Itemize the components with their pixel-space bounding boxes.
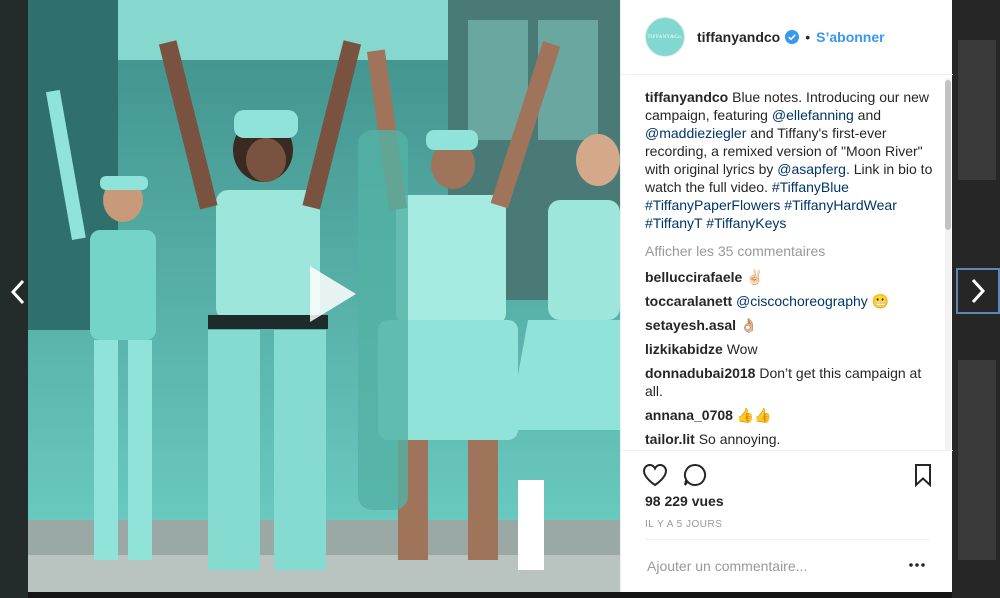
verified-icon — [785, 30, 800, 44]
tiffany-logo-icon: TIFFANY&Co. — [647, 34, 683, 40]
comment-username[interactable]: setayesh.asal — [645, 317, 736, 333]
comment-username[interactable]: belluccirafaele — [645, 269, 742, 285]
comment-item: setayesh.asal 👌🏼 — [645, 316, 935, 334]
mention-link[interactable]: @asapferg — [777, 161, 846, 177]
post-author-username[interactable]: tiffanyandco — [697, 29, 780, 45]
post-caption: tiffanyandco Blue notes. Introducing our… — [645, 88, 935, 232]
more-options-button[interactable] — [905, 552, 929, 578]
comment-username[interactable]: tailor.lit — [645, 431, 695, 447]
action-bar — [641, 461, 937, 489]
scrollbar-thumb[interactable] — [945, 80, 951, 230]
chevron-left-icon — [10, 279, 25, 305]
comments-scrollbar[interactable] — [945, 78, 951, 450]
mention-link[interactable]: @ciscochoreography — [736, 293, 868, 309]
heart-icon — [642, 463, 668, 487]
comment-item: belluccirafaele ✌🏻 — [645, 268, 935, 286]
play-icon — [310, 266, 356, 322]
hashtag-link[interactable]: #TiffanyPaperFlowers — [645, 197, 780, 213]
post-header: TIFFANY&Co. tiffanyandco • S’abonner — [621, 0, 953, 75]
post-video[interactable] — [28, 0, 620, 592]
hashtag-link[interactable]: #TiffanyT — [645, 215, 702, 231]
save-button[interactable] — [909, 461, 937, 489]
post-actions: 98 229 vues IL Y A 5 JOURS — [621, 450, 953, 580]
post-modal: TIFFANY&Co. tiffanyandco • S’abonner tif… — [28, 0, 953, 592]
avatar[interactable]: TIFFANY&Co. — [645, 17, 685, 57]
comment-text: 👌🏼 — [739, 317, 758, 333]
comment-input[interactable] — [645, 552, 899, 580]
view-count[interactable]: 98 229 vues — [645, 493, 724, 509]
comment-text: Wow — [726, 341, 758, 357]
play-button[interactable] — [292, 258, 364, 330]
comment-text: So annoying. — [698, 431, 781, 447]
comments-list[interactable]: tiffanyandco Blue notes. Introducing our… — [645, 88, 935, 450]
comment-button[interactable] — [681, 461, 709, 489]
mention-link[interactable]: @ellefanning — [772, 107, 854, 123]
comment-item: donnadubai2018 Don’t get this campaign a… — [645, 364, 935, 400]
separator-dot: • — [805, 29, 811, 45]
hashtag-link[interactable]: #TiffanyBlue — [772, 179, 849, 195]
comment-username[interactable]: lizkikabidze — [645, 341, 723, 357]
add-comment-form — [645, 539, 929, 592]
more-icon — [909, 563, 925, 567]
chevron-right-icon — [971, 278, 986, 304]
post-details-panel: TIFFANY&Co. tiffanyandco • S’abonner tif… — [620, 0, 953, 592]
comment-text: 👍👍 — [736, 407, 772, 423]
post-timestamp[interactable]: IL Y A 5 JOURS — [645, 519, 722, 530]
comment-item: toccaralanett @ciscochoreography 😬 — [645, 292, 935, 310]
comment-icon — [683, 463, 707, 486]
comment-item: lizkikabidze Wow — [645, 340, 935, 358]
caption-text: and — [853, 107, 882, 123]
comment-text: 😬 — [871, 293, 890, 309]
comment-item: annana_0708 👍👍 — [645, 406, 935, 424]
follow-button[interactable]: S’abonner — [816, 29, 884, 45]
comment-username[interactable]: toccaralanett — [645, 293, 732, 309]
comment-username[interactable]: donnadubai2018 — [645, 365, 755, 381]
bookmark-icon — [915, 464, 931, 487]
mention-link[interactable]: @maddieziegler — [645, 125, 746, 141]
comment-item: tailor.lit So annoying. — [645, 430, 935, 448]
comment-username[interactable]: annana_0708 — [645, 407, 733, 423]
next-post-button[interactable] — [956, 268, 1000, 314]
hashtag-link[interactable]: #TiffanyKeys — [706, 215, 786, 231]
caption-username[interactable]: tiffanyandco — [645, 89, 728, 105]
hashtag-link[interactable]: #TiffanyHardWear — [784, 197, 897, 213]
view-all-comments-link[interactable]: Afficher les 35 commentaires — [645, 242, 935, 260]
like-button[interactable] — [641, 461, 669, 489]
comment-text: ✌🏻 — [746, 269, 764, 285]
